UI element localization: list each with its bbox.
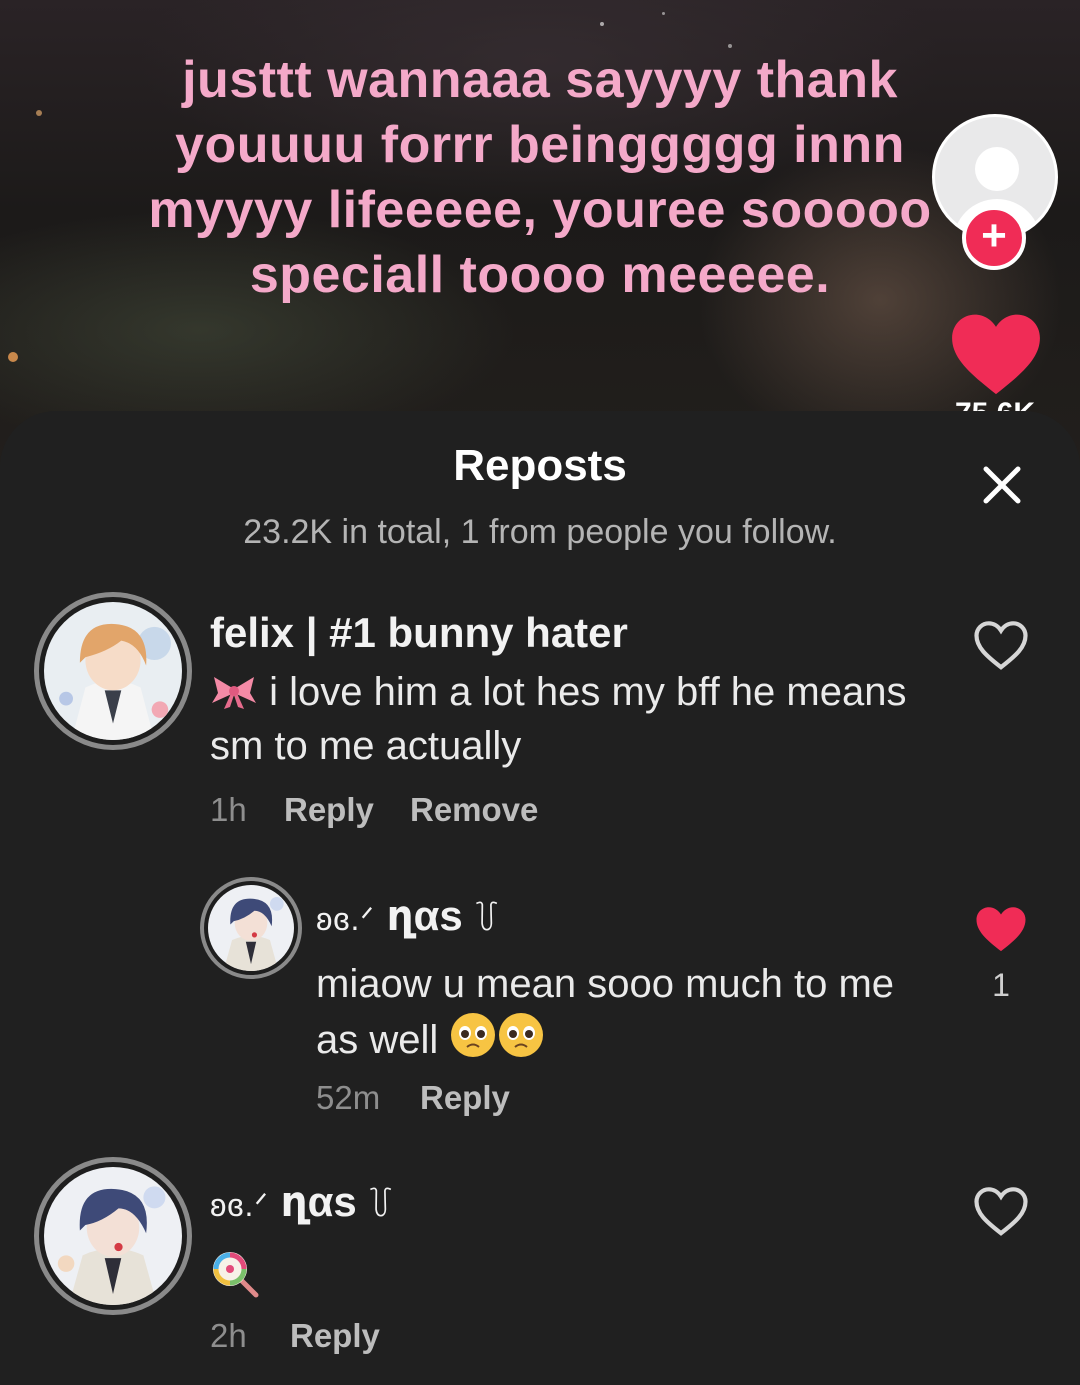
reply-time: 52m bbox=[316, 1079, 381, 1116]
light-glow bbox=[8, 352, 18, 362]
repost-time: 1h bbox=[210, 791, 247, 828]
star bbox=[600, 22, 604, 26]
reply-button[interactable]: Reply bbox=[420, 1079, 510, 1117]
lollipop-emoji-icon bbox=[213, 1252, 259, 1298]
pleading-face-emoji-icon bbox=[451, 1013, 544, 1057]
reply-button[interactable]: Reply bbox=[284, 791, 374, 829]
remove-button[interactable]: Remove bbox=[410, 791, 538, 829]
tiktok-screen: justtt wannaaa sayyyy thank youuuu forrr… bbox=[0, 0, 1080, 1385]
repost-comment: i love him a lot hes my bff he means sm … bbox=[210, 665, 910, 773]
reposts-sheet: Reposts 23.2K in total, 1 from people yo… bbox=[0, 411, 1080, 1385]
default-avatar-head bbox=[975, 147, 1019, 191]
video-caption: justtt wannaaa sayyyy thank youuuu forrr… bbox=[148, 51, 932, 304]
avatar[interactable] bbox=[34, 592, 192, 750]
repost-time: 2h bbox=[210, 1317, 247, 1354]
anime-avatar-felix bbox=[44, 602, 182, 740]
sheet-subtitle: 23.2K in total, 1 from people you follow… bbox=[243, 513, 837, 551]
repost-username[interactable]: felix | #1 bunny hater bbox=[210, 609, 628, 657]
reply-button[interactable]: Reply bbox=[290, 1317, 380, 1355]
name-suffix: ꒦ bbox=[474, 901, 501, 937]
like-heart-icon[interactable] bbox=[950, 312, 1042, 396]
reply-like-count: 1 bbox=[992, 967, 1010, 1003]
name-decoration: ʚɞ.ᐟ bbox=[210, 1187, 269, 1223]
name-decoration: ʚɞ.ᐟ bbox=[316, 901, 375, 937]
heart-filled-icon[interactable] bbox=[973, 903, 1029, 955]
follow-button[interactable]: + bbox=[962, 206, 1026, 270]
reply-comment-text: miaow u mean sooo much to me as well bbox=[316, 962, 895, 1062]
anime-avatar-nas bbox=[44, 1167, 182, 1305]
avatar[interactable] bbox=[34, 1157, 192, 1315]
anime-avatar-nas bbox=[208, 885, 294, 971]
ribbon-emoji-icon bbox=[212, 677, 256, 709]
reply-username-text: ղαs bbox=[386, 892, 463, 939]
reply-username[interactable]: ʚɞ.ᐟ ղαs ꒦ bbox=[316, 891, 500, 940]
heart-outline-icon[interactable] bbox=[973, 1185, 1029, 1237]
heart-outline-icon[interactable] bbox=[973, 619, 1029, 671]
close-icon[interactable] bbox=[976, 459, 1028, 511]
repost-username[interactable]: ʚɞ.ᐟ ղαs ꒦ bbox=[210, 1177, 394, 1226]
avatar[interactable] bbox=[200, 877, 302, 979]
light-glow bbox=[36, 110, 42, 116]
name-suffix: ꒦ bbox=[368, 1187, 395, 1223]
sheet-title: Reposts bbox=[453, 441, 627, 490]
repost-comment-text: i love him a lot hes my bff he means sm … bbox=[210, 670, 907, 768]
reply-comment: miaow u mean sooo much to me as well bbox=[316, 957, 916, 1067]
repost-username-text: ղαs bbox=[280, 1178, 357, 1225]
star bbox=[662, 12, 665, 15]
